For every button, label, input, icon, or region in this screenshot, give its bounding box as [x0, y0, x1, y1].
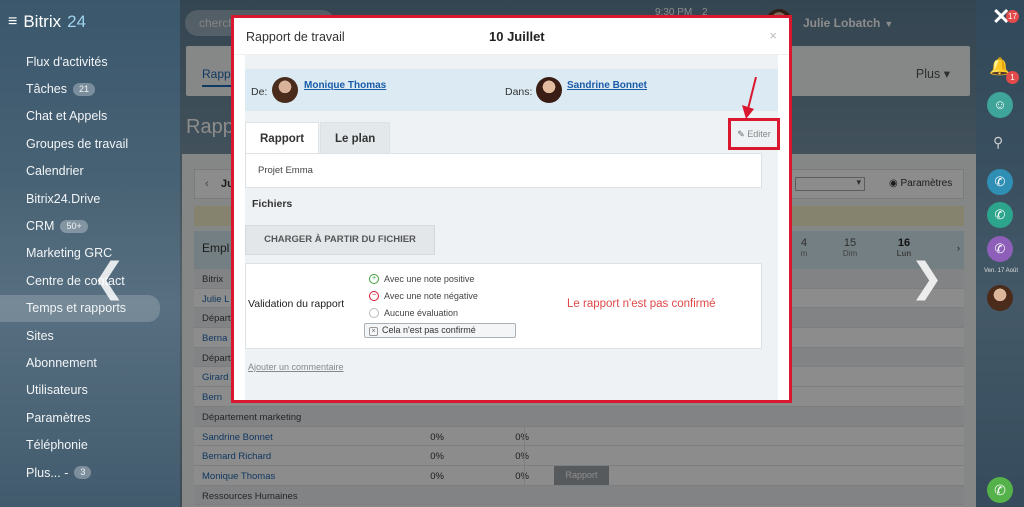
next-arrow-icon[interactable]: ❯ — [910, 255, 944, 301]
report-tabs: Rapport Le plan — [245, 122, 778, 157]
sidebar-item-sites[interactable]: Sites — [0, 322, 180, 349]
option-negative[interactable]: − Avec une note négative — [369, 291, 478, 301]
phone-contact-icon[interactable]: ✆ — [987, 169, 1013, 195]
sidebar-item-time-reports[interactable]: Temps et rapports — [0, 294, 160, 322]
sidebar-item-taches[interactable]: Tâches 21 — [0, 75, 180, 102]
option-none[interactable]: Aucune évaluation — [369, 308, 458, 318]
add-comment-link[interactable]: Ajouter un commentaire — [248, 362, 344, 372]
report-date: 10 Juillet — [489, 29, 545, 44]
sidebar-item-label: Abonnement — [26, 355, 97, 370]
sidebar-item-label: Temps et rapports — [26, 301, 127, 316]
phone-glyph: ✆ — [994, 174, 1006, 189]
modal-title: Rapport de travail — [246, 30, 345, 44]
button-label: Cela n'est pas confirmé — [382, 325, 476, 335]
phone-glyph: ✆ — [994, 207, 1006, 222]
plus-icon: + — [369, 274, 379, 284]
report-content: Projet Emma — [245, 153, 762, 188]
sidebar-item-label: Groupes de travail — [26, 136, 129, 151]
sidebar-item-label: Paramètres — [26, 410, 91, 425]
right-rail: ✕ 17 🔔 1 ☺ ⚲ ✆ ✆ ✆ Ven. 17 Août ✆ — [976, 0, 1024, 507]
validation-section: Validation du rapport + Avec une note pos… — [245, 263, 762, 349]
sidebar-item-label: Téléphonie — [26, 438, 88, 453]
sidebar-item-label: Chat et Appels — [26, 109, 108, 124]
hamburger-menu-icon[interactable]: ≡ — [8, 13, 17, 31]
sidebar-item-label: Utilisateurs — [26, 383, 88, 398]
edit-label: Editer — [747, 129, 771, 139]
sidebar-item-label: Flux d'activités — [26, 54, 108, 69]
sidebar-item-label: Calendrier — [26, 164, 84, 179]
sidebar-item-label: Bitrix24.Drive — [26, 191, 101, 206]
sidebar-item-abonnement[interactable]: Abonnement — [0, 349, 180, 376]
brand-number: 24 — [67, 12, 87, 31]
close-icon: × — [369, 327, 378, 336]
tab-le-plan[interactable]: Le plan — [320, 122, 391, 155]
avatar — [536, 77, 562, 103]
notification-badge: 17 — [1006, 10, 1019, 23]
previous-arrow-icon[interactable]: ❮ — [92, 255, 126, 301]
sidebar-item-drive[interactable]: Bitrix24.Drive — [0, 185, 180, 212]
sidebar-item-parametres[interactable]: Paramètres — [0, 404, 180, 431]
sidebar-item-flux[interactable]: Flux d'activités — [0, 48, 180, 75]
to-label: Dans: — [505, 86, 533, 98]
sidebar-item-plus[interactable]: Plus... - 3 — [0, 459, 180, 486]
modal-header: Rapport de travail 10 Juillet × — [234, 18, 789, 55]
count-badge: 21 — [73, 82, 96, 96]
brand-name: Bitrix — [23, 12, 62, 31]
upload-file-button[interactable]: CHARGER À PARTIR DU FICHIER — [245, 225, 435, 255]
from-label: De: — [251, 86, 268, 98]
sidebar-item-label: Plus... - — [26, 465, 69, 480]
avatar[interactable] — [987, 285, 1013, 311]
red-arrow-annotation — [742, 77, 757, 119]
close-icon[interactable]: × — [769, 28, 777, 43]
modal-body: De: Monique Thomas Dans: Sandrine Bonnet… — [245, 55, 780, 400]
edit-button[interactable]: ✎ Editer — [728, 118, 780, 150]
not-confirmed-button[interactable]: × Cela n'est pas confirmé — [364, 323, 516, 338]
sidebar-item-marketing[interactable]: Marketing GRC — [0, 240, 180, 267]
minus-icon: − — [369, 291, 379, 301]
sidebar-item-label: CRM — [26, 219, 55, 234]
sidebar-item-calendrier[interactable]: Calendrier — [0, 158, 180, 185]
sidebar-item-utilisateurs[interactable]: Utilisateurs — [0, 377, 180, 404]
sidebar-item-label: Tâches — [26, 82, 67, 97]
search-icon[interactable]: ⚲ — [993, 134, 1003, 151]
sidebar-item-telephonie[interactable]: Téléphonie — [0, 431, 180, 458]
chat-glyph: ☺ — [993, 97, 1007, 112]
files-heading: Fichiers — [252, 198, 293, 210]
avatar — [272, 77, 298, 103]
sidebar-item-crm[interactable]: CRM 50+ — [0, 212, 180, 239]
work-report-modal: Rapport de travail 10 Juillet × De: Moni… — [231, 15, 792, 403]
sidebar-item-chat[interactable]: Chat et Appels — [0, 103, 180, 130]
notification-badge: 1 — [1006, 71, 1019, 84]
validation-label: Validation du rapport — [248, 298, 345, 310]
phone-contact-icon[interactable]: ✆ — [987, 236, 1013, 262]
radio-icon — [369, 308, 379, 318]
report-text: Projet Emma — [258, 165, 313, 176]
option-label: Avec une note positive — [384, 274, 475, 284]
tab-rapport[interactable]: Rapport — [245, 122, 320, 155]
to-user-link[interactable]: Sandrine Bonnet — [567, 80, 647, 91]
brand-logo[interactable]: ≡ Bitrix 24 — [8, 12, 86, 32]
report-people: De: Monique Thomas Dans: Sandrine Bonnet — [245, 69, 778, 111]
option-label: Avec une note négative — [384, 291, 478, 301]
date-caption: Ven. 17 Août — [983, 268, 1019, 274]
pencil-icon: ✎ — [737, 129, 745, 139]
sidebar-item-groupes[interactable]: Groupes de travail — [0, 130, 180, 157]
count-badge: 3 — [74, 466, 92, 480]
chat-icon[interactable]: ☺ — [987, 92, 1013, 118]
from-user-link[interactable]: Monique Thomas — [304, 80, 386, 91]
phone-contact-icon[interactable]: ✆ — [987, 202, 1013, 228]
status-text: Le rapport n'est pas confirmé — [567, 298, 716, 310]
count-badge: 50+ — [60, 219, 88, 233]
option-positive[interactable]: + Avec une note positive — [369, 274, 474, 284]
sidebar-item-contact-center[interactable]: Centre de contact — [0, 267, 180, 294]
sidebar-item-label: Sites — [26, 328, 54, 343]
sidebar-nav: Flux d'activités Tâches 21 Chat et Appels… — [0, 48, 180, 486]
phone-icon[interactable]: ✆ — [987, 477, 1013, 503]
phone-glyph: ✆ — [994, 241, 1006, 256]
left-sidebar: ≡ Bitrix 24 Flux d'activités Tâches 21 Ch… — [0, 0, 180, 507]
option-label: Aucune évaluation — [384, 308, 459, 318]
